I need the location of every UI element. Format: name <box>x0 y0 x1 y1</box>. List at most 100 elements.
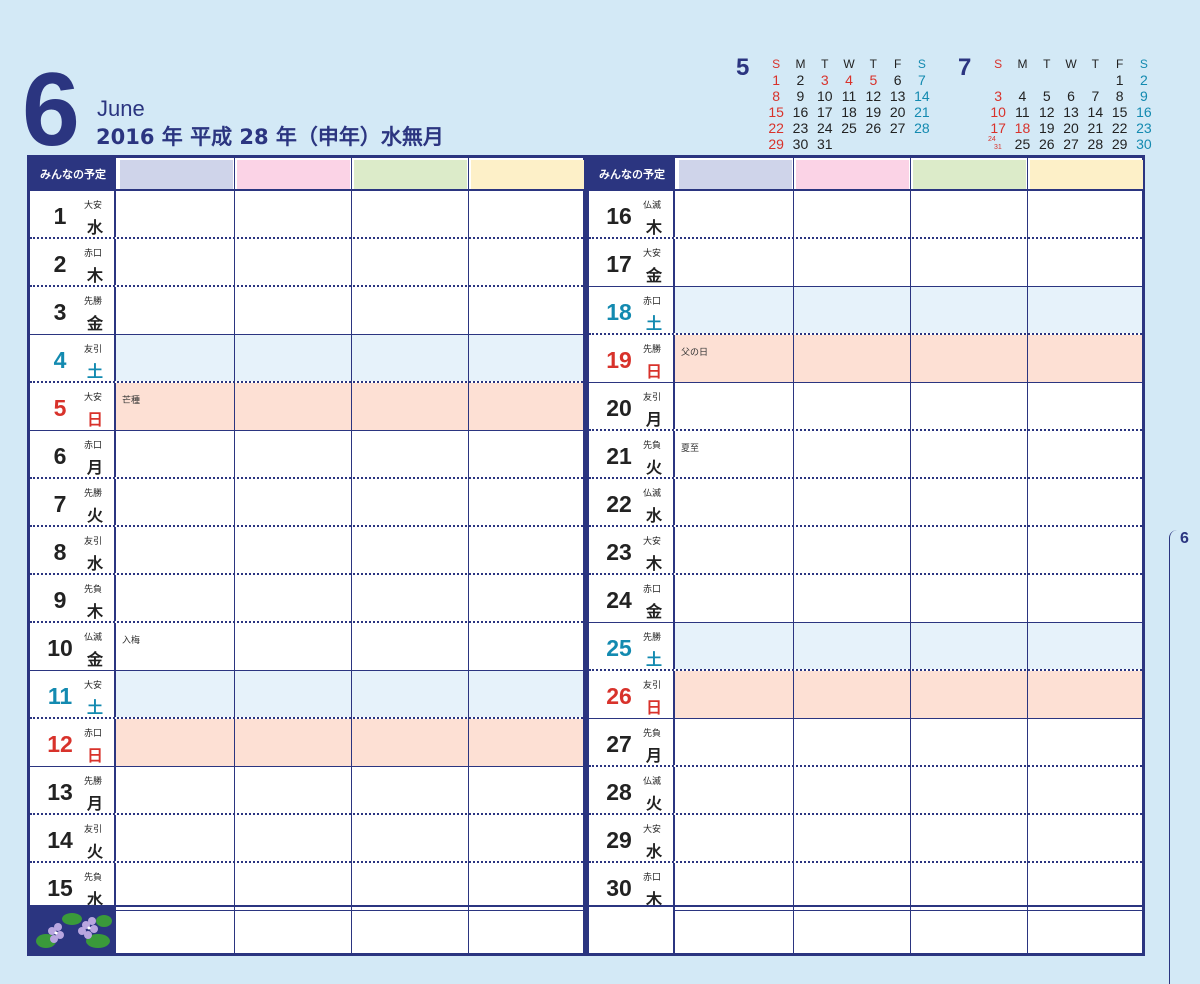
rokuyo-label: 大安 <box>643 249 662 259</box>
memo-row[interactable] <box>589 905 1142 953</box>
day-row[interactable]: 9 先負木 <box>30 575 583 623</box>
day-row[interactable]: 2 赤口木 <box>30 239 583 287</box>
date-cell: 21 先負火 <box>589 431 675 477</box>
day-row[interactable]: 12 赤口日 <box>30 719 583 767</box>
day-row[interactable]: 10 仏滅金 入梅 <box>30 623 583 671</box>
mini-day <box>1010 72 1034 88</box>
schedule-cells[interactable] <box>675 575 1142 622</box>
date-cell: 17 大安金 <box>589 239 675 286</box>
day-row[interactable]: 27 先負月 <box>589 719 1142 767</box>
date-cell: 3 先勝金 <box>30 287 116 334</box>
month-index-tab[interactable]: 6 <box>1169 530 1200 984</box>
schedule-cells[interactable] <box>116 815 583 861</box>
member-column-header[interactable] <box>913 160 1026 189</box>
schedule-cells[interactable] <box>675 383 1142 429</box>
day-row[interactable]: 18 赤口土 <box>589 287 1142 335</box>
schedule-cells[interactable] <box>675 719 1142 765</box>
member-column-header[interactable] <box>679 160 792 189</box>
day-row[interactable]: 3 先勝金 <box>30 287 583 335</box>
schedule-cells[interactable] <box>116 479 583 525</box>
mini-weekday-header: M <box>795 57 806 71</box>
schedule-cells[interactable] <box>675 287 1142 333</box>
day-number: 26 <box>606 683 632 709</box>
weekday-label: 金 <box>87 314 104 333</box>
memo-row[interactable] <box>30 905 583 953</box>
schedule-cells[interactable]: 夏至 <box>675 431 1142 477</box>
schedule-cells[interactable] <box>116 239 583 285</box>
schedule-cells[interactable] <box>675 527 1142 573</box>
member-column-header[interactable] <box>120 160 233 189</box>
mini-day: 19 <box>865 104 882 120</box>
date-cell: 6 赤口月 <box>30 431 116 477</box>
member-column-header[interactable] <box>354 160 467 189</box>
day-row[interactable]: 17 大安金 <box>589 239 1142 287</box>
day-row[interactable]: 26 友引日 <box>589 671 1142 719</box>
schedule-cells[interactable] <box>116 527 583 573</box>
day-row[interactable]: 20 友引月 <box>589 383 1142 431</box>
schedule-cells[interactable] <box>116 191 583 237</box>
day-row[interactable]: 15 先負水 <box>30 863 583 911</box>
day-row[interactable]: 6 赤口月 <box>30 431 583 479</box>
schedule-cells[interactable] <box>116 575 583 621</box>
mini-day: 9 <box>796 88 805 104</box>
mini-day: 17 <box>990 120 1006 136</box>
day-row[interactable]: 19 先勝日 父の日 <box>589 335 1142 383</box>
observance-note: 芒種 <box>122 396 141 406</box>
day-number: 9 <box>53 587 67 613</box>
day-row[interactable]: 4 友引土 <box>30 335 583 383</box>
weekday-label: 水 <box>646 506 663 525</box>
day-row[interactable]: 22 仏滅水 <box>589 479 1142 527</box>
schedule-cells[interactable] <box>116 767 583 813</box>
member-column-header[interactable] <box>1030 160 1143 189</box>
day-row[interactable]: 8 友引水 <box>30 527 583 575</box>
rokuyo-label: 仏滅 <box>84 633 103 643</box>
schedule-cells[interactable] <box>675 815 1142 861</box>
schedule-cells[interactable] <box>675 479 1142 525</box>
day-row[interactable]: 30 赤口木 <box>589 863 1142 911</box>
schedule-cells[interactable] <box>116 671 583 717</box>
date-cell: 16 仏滅木 <box>589 191 675 237</box>
day-row[interactable]: 28 仏滅火 <box>589 767 1142 815</box>
day-row[interactable]: 24 赤口金 <box>589 575 1142 623</box>
day-number: 10 <box>47 635 73 661</box>
schedule-cells[interactable] <box>675 767 1142 813</box>
mini-weekday-header: S <box>917 57 926 71</box>
schedule-cells[interactable] <box>116 431 583 477</box>
schedule-cells[interactable] <box>116 863 583 910</box>
mini-day: 27 <box>889 120 906 136</box>
mini-day <box>885 136 909 152</box>
schedule-cells[interactable]: 入梅 <box>116 623 583 670</box>
schedule-cells[interactable] <box>675 239 1142 286</box>
schedule-cells[interactable] <box>675 623 1142 669</box>
member-column-header[interactable] <box>237 160 350 189</box>
rokuyo-label: 先負 <box>643 441 662 451</box>
column-divider <box>1027 158 1028 953</box>
day-row[interactable]: 23 大安木 <box>589 527 1142 575</box>
rokuyo-label: 赤口 <box>643 873 662 883</box>
mini-day: 25 <box>841 120 857 136</box>
member-column-header[interactable] <box>796 160 909 189</box>
day-row[interactable]: 11 大安土 <box>30 671 583 719</box>
schedule-cells[interactable] <box>116 335 583 381</box>
day-row[interactable]: 16 仏滅木 <box>589 191 1142 239</box>
schedule-cells[interactable] <box>675 863 1142 910</box>
day-row[interactable]: 1 大安水 <box>30 191 583 239</box>
schedule-cells[interactable] <box>675 191 1142 237</box>
day-row[interactable]: 7 先勝火 <box>30 479 583 527</box>
schedule-cells[interactable]: 芒種 <box>116 383 583 430</box>
schedule-cells[interactable] <box>116 719 583 766</box>
schedule-cells[interactable]: 父の日 <box>675 335 1142 382</box>
schedule-cells[interactable] <box>675 671 1142 718</box>
member-column-header[interactable] <box>471 160 584 189</box>
weekday-label: 水 <box>646 842 663 861</box>
date-cell: 11 大安土 <box>30 671 116 717</box>
day-row[interactable]: 5 大安日 芒種 <box>30 383 583 431</box>
schedule-cells[interactable] <box>116 287 583 334</box>
day-row[interactable]: 25 先勝土 <box>589 623 1142 671</box>
day-row[interactable]: 29 大安水 <box>589 815 1142 863</box>
date-cell: 12 赤口日 <box>30 719 116 766</box>
day-row[interactable]: 21 先負火 夏至 <box>589 431 1142 479</box>
column-divider <box>468 158 469 953</box>
day-row[interactable]: 13 先勝月 <box>30 767 583 815</box>
day-row[interactable]: 14 友引火 <box>30 815 583 863</box>
